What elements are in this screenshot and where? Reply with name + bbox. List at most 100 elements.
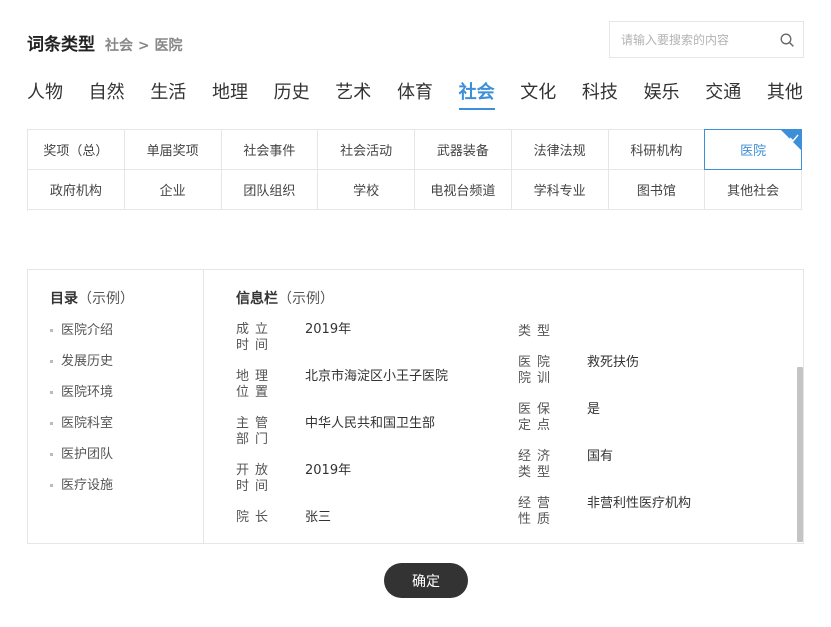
subcategory-label: 企业 bbox=[159, 184, 186, 199]
scrollbar[interactable] bbox=[797, 367, 803, 542]
category-tab[interactable]: 其他 bbox=[767, 80, 803, 110]
category-tab[interactable]: 科技 bbox=[582, 80, 618, 110]
subcategory-item[interactable]: 电视台频道 bbox=[415, 170, 512, 210]
subcategory-label: 学校 bbox=[353, 184, 380, 199]
preview-panel: 目录（示例） 医院介绍 发展历史 医院环境 医院科室 医护团队 医疗设施 信息栏（示例） … bbox=[27, 269, 804, 544]
info-value: 北京市海淀区小王子医院 bbox=[305, 369, 449, 384]
subcategory-item[interactable]: 单届奖项 bbox=[124, 130, 222, 170]
infobox-right-column: 医院类型 综合医院医院院训 救死扶伤医保定点 是经济类型 国有经营性质 非营利性医疗机构 bbox=[518, 322, 778, 543]
page-title: 词条类型 bbox=[27, 35, 95, 55]
category-tab[interactable]: 生活 bbox=[150, 80, 186, 110]
subcategory-label: 法律法规 bbox=[533, 144, 586, 159]
toc-item[interactable]: 医疗设施 bbox=[50, 478, 203, 509]
toc-list: 医院介绍 发展历史 医院环境 医院科室 医护团队 医疗设施 bbox=[50, 323, 203, 509]
info-section: 信息栏（示例） 成立时间 2019年 地理位置 北京市海淀区小王子医院 主管部门 中华人民… bbox=[204, 270, 803, 543]
subcategory-item[interactable]: 学科专业 bbox=[511, 170, 609, 210]
info-row: 主管部门 中华人民共和国卫生部 bbox=[236, 416, 496, 463]
category-tab[interactable]: 历史 bbox=[274, 80, 310, 110]
toc-title: 目录（示例） bbox=[50, 288, 203, 308]
toc-item[interactable]: 医院科室 bbox=[50, 416, 203, 447]
category-tab[interactable]: 自然 bbox=[89, 80, 125, 110]
subcategory-label: 电视台频道 bbox=[430, 184, 496, 199]
subcategory-label: 武器装备 bbox=[436, 144, 489, 159]
subcategory-label: 政府机构 bbox=[49, 184, 102, 199]
info-value: 张三 bbox=[305, 510, 332, 525]
confirm-button[interactable]: 确定 bbox=[384, 563, 468, 598]
toc-title-suffix: （示例） bbox=[78, 291, 134, 307]
info-label: 主管部门 bbox=[236, 416, 275, 447]
info-row: 经营性质 非营利性医疗机构 bbox=[518, 496, 778, 543]
info-row: 经济类型 国有 bbox=[518, 449, 778, 496]
info-row: 院长 张三 bbox=[236, 510, 496, 543]
header: 词条类型 社会 > 医院 bbox=[27, 30, 183, 55]
toc-item[interactable]: 医护团队 bbox=[50, 447, 203, 478]
category-tab[interactable]: 人物 bbox=[27, 80, 63, 110]
subcategory-label: 其他社会 bbox=[727, 184, 780, 199]
search-box[interactable] bbox=[609, 21, 804, 58]
info-row: 成立时间 2019年 bbox=[236, 322, 496, 369]
toc-item[interactable]: 医院环境 bbox=[50, 385, 203, 416]
category-tab[interactable]: 地理 bbox=[212, 80, 248, 110]
info-value: 国有 bbox=[587, 449, 614, 464]
info-row: 开放时间 2019年 bbox=[236, 463, 496, 510]
info-row: 医院类型 综合医院 bbox=[518, 322, 778, 355]
subcategory-item[interactable]: 奖项（总） bbox=[28, 130, 125, 170]
subcategory-item[interactable]: 图书馆 bbox=[608, 170, 706, 210]
info-value: 中华人民共和国卫生部 bbox=[305, 416, 436, 431]
search-icon[interactable] bbox=[771, 22, 803, 57]
info-label: 经营性质 bbox=[518, 496, 557, 527]
info-value: 是 bbox=[587, 402, 601, 417]
subcategory-item[interactable]: 企业 bbox=[124, 170, 222, 210]
category-tab[interactable]: 社会 bbox=[458, 80, 495, 110]
info-value: 综合医院 bbox=[587, 322, 639, 355]
subcategory-item[interactable]: 医院 bbox=[704, 129, 802, 170]
subcategory-item[interactable]: 社会活动 bbox=[318, 130, 415, 170]
category-tab[interactable]: 艺术 bbox=[335, 80, 371, 110]
subcategory-label: 奖项（总） bbox=[43, 144, 109, 159]
infobox-columns: 成立时间 2019年 地理位置 北京市海淀区小王子医院 主管部门 中华人民共和国卫生部 开放… bbox=[236, 322, 781, 543]
info-label: 开放时间 bbox=[236, 463, 275, 494]
subcategory-item[interactable]: 法律法规 bbox=[511, 130, 609, 170]
category-tab[interactable]: 文化 bbox=[520, 80, 556, 110]
category-tab[interactable]: 娱乐 bbox=[644, 80, 680, 110]
subcategory-label: 学科专业 bbox=[533, 184, 586, 199]
info-title-suffix: （示例） bbox=[278, 291, 334, 307]
info-label: 院长 bbox=[236, 510, 275, 525]
info-value: 救死扶伤 bbox=[587, 355, 640, 370]
breadcrumb: 社会 > 医院 bbox=[105, 38, 183, 54]
info-label: 成立时间 bbox=[236, 322, 275, 353]
subcategory-label: 医院 bbox=[740, 144, 767, 159]
toc-item[interactable]: 发展历史 bbox=[50, 354, 203, 385]
subcategory-label: 科研机构 bbox=[630, 144, 683, 159]
toc-section: 目录（示例） 医院介绍 发展历史 医院环境 医院科室 医护团队 医疗设施 bbox=[28, 270, 204, 543]
info-title: 信息栏（示例） bbox=[236, 288, 803, 308]
info-label: 经济类型 bbox=[518, 449, 557, 480]
subcategory-item[interactable]: 学校 bbox=[318, 170, 415, 210]
category-tab[interactable]: 交通 bbox=[705, 80, 741, 110]
subcategory-item[interactable]: 政府机构 bbox=[28, 170, 125, 210]
category-tabs: 人物 自然 生活 地理 历史 艺术 体育 社会 文化 科技 娱乐 交通 其他 bbox=[27, 80, 803, 110]
search-input[interactable] bbox=[610, 22, 771, 57]
info-row: 地理位置 北京市海淀区小王子医院 bbox=[236, 369, 496, 416]
toc-title-label: 目录 bbox=[50, 291, 78, 307]
category-tab[interactable]: 体育 bbox=[397, 80, 433, 110]
subcategory-item[interactable]: 团队组织 bbox=[221, 170, 319, 210]
subcategory-item[interactable]: 其他社会 bbox=[705, 170, 802, 210]
info-label: 医院类型 bbox=[518, 322, 557, 339]
toc-item[interactable]: 医院介绍 bbox=[50, 323, 203, 354]
info-row: 医院院训 救死扶伤 bbox=[518, 355, 778, 402]
subcategory-item[interactable]: 社会事件 bbox=[221, 130, 319, 170]
info-value: 2019年 bbox=[305, 322, 352, 337]
subcategory-item[interactable]: 科研机构 bbox=[608, 130, 706, 170]
check-icon bbox=[789, 131, 799, 143]
subcategory-label: 图书馆 bbox=[636, 184, 676, 199]
subcategory-item[interactable]: 武器装备 bbox=[415, 130, 512, 170]
info-value: 2019年 bbox=[305, 463, 352, 478]
info-label: 地理位置 bbox=[236, 369, 275, 400]
info-row: 医保定点 是 bbox=[518, 402, 778, 449]
subcategory-grid: 奖项（总） 单届奖项 社会事件 社会活动 武器装备 法律法规 科研机构 医院政府机构 企业 团队组… bbox=[27, 129, 802, 211]
info-value: 非营利性医疗机构 bbox=[587, 496, 692, 511]
subcategory-label: 社会活动 bbox=[340, 144, 393, 159]
infobox-left-column: 成立时间 2019年 地理位置 北京市海淀区小王子医院 主管部门 中华人民共和国卫生部 开放… bbox=[236, 322, 496, 543]
info-label: 医保定点 bbox=[518, 402, 557, 433]
